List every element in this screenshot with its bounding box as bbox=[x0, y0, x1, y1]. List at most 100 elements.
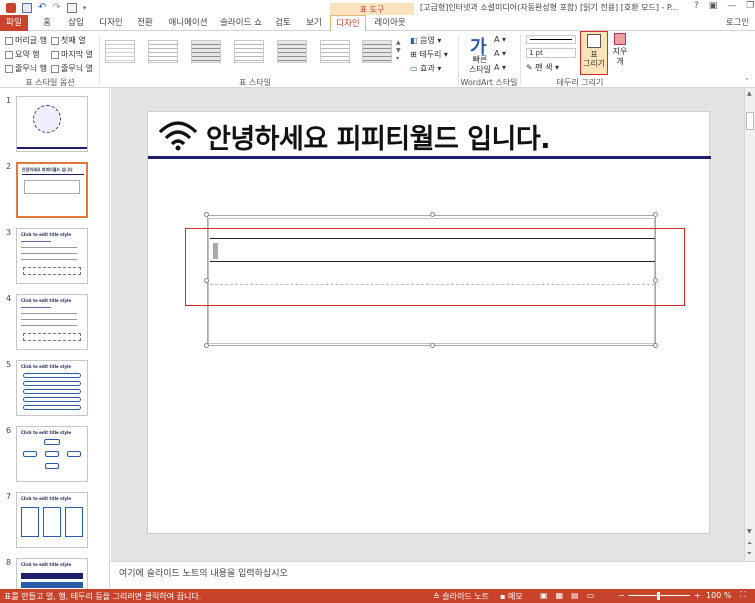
slide-thumbnail-7[interactable]: Click to edit title style bbox=[16, 492, 88, 548]
pen-style-select[interactable] bbox=[526, 35, 576, 44]
style-options-label: 표 스타일 옵션 bbox=[25, 78, 75, 87]
table-style-swatch[interactable] bbox=[362, 40, 392, 63]
slide-thumbnail-6[interactable]: Click to edit title style bbox=[16, 426, 88, 482]
scroll-down-icon: ▼ bbox=[747, 528, 752, 535]
slide-title[interactable]: 안녕하세요 피피티월드 입니다. bbox=[206, 117, 550, 156]
slideshow-icon[interactable] bbox=[66, 2, 77, 13]
pen-color-button[interactable]: ✎ 펜 색 ▾ bbox=[526, 62, 559, 73]
borders-button[interactable]: ⊞ 테두리 ▾ bbox=[410, 49, 448, 60]
vertical-scrollbar[interactable]: ▲ ▼ ⏶ ⏷ bbox=[744, 88, 755, 561]
resize-handle[interactable] bbox=[430, 212, 435, 217]
thumb-number: 7 bbox=[6, 492, 12, 501]
tab-review[interactable]: 검토 bbox=[271, 15, 295, 31]
ribbon-display-icon[interactable]: ▣ bbox=[709, 1, 718, 11]
reading-view-icon[interactable]: ▤ bbox=[571, 591, 579, 600]
effects-icon: ▭ bbox=[410, 64, 418, 73]
tab-home[interactable]: 홈 bbox=[37, 15, 57, 31]
save-icon[interactable] bbox=[22, 2, 32, 13]
table-styles-label: 표 스타일 bbox=[239, 78, 271, 87]
thumb-number: 5 bbox=[6, 360, 12, 369]
resize-handle[interactable] bbox=[204, 343, 209, 348]
resize-handle[interactable] bbox=[430, 343, 435, 348]
text-outline-icon[interactable]: A ▾ bbox=[494, 49, 506, 58]
sorter-view-icon[interactable]: ▦ bbox=[556, 591, 564, 600]
tab-file[interactable]: 파일 bbox=[0, 15, 28, 31]
redo-icon[interactable]: ↷ bbox=[52, 2, 60, 13]
customize-qat-icon[interactable]: ▾ bbox=[83, 4, 87, 12]
thumb-number: 3 bbox=[6, 228, 12, 237]
banded-rows-checkbox[interactable]: 줄무늬 행 bbox=[5, 63, 47, 74]
resize-handle[interactable] bbox=[653, 343, 658, 348]
thumb-number: 1 bbox=[6, 96, 12, 105]
tab-design[interactable]: 디자인 bbox=[96, 15, 126, 31]
notes-icon: ≙ bbox=[433, 592, 440, 601]
scroll-thumb[interactable] bbox=[746, 112, 754, 130]
ribbon-tabs: 파일 홈 삽입 디자인 전환 애니메이션 슬라이드 쇼 검토 보기 디자인 레이… bbox=[0, 15, 755, 31]
text-fill-icon[interactable]: A ▾ bbox=[494, 35, 506, 44]
slide-thumbnail-1[interactable] bbox=[16, 96, 88, 152]
draw-borders-label: 테두리 그리기 bbox=[556, 78, 604, 87]
thumb-table bbox=[24, 180, 80, 194]
table-style-swatch[interactable] bbox=[105, 40, 135, 63]
slide-thumbnail-3[interactable]: Click to edit title style bbox=[16, 228, 88, 284]
notes-placeholder: 여기에 슬라이드 노트의 내용을 입력하십시오 bbox=[119, 569, 288, 579]
slide-thumbnail-2[interactable]: 안녕하세요 피피티월드 입니다 bbox=[16, 162, 88, 218]
text-effects-icon[interactable]: A ▾ bbox=[494, 63, 506, 72]
comments-button[interactable]: ▪ 메모 bbox=[500, 591, 523, 602]
table-style-swatch[interactable] bbox=[234, 40, 264, 63]
normal-view-icon[interactable]: ▣ bbox=[540, 591, 548, 600]
draw-table-button[interactable]: 표 그리기 bbox=[580, 31, 608, 75]
zoom-level[interactable]: 100 % bbox=[706, 591, 731, 600]
prev-slide-icon: ⏶ bbox=[747, 540, 752, 547]
notes-pane[interactable]: 여기에 슬라이드 노트의 내용을 입력하십시오 bbox=[111, 561, 755, 589]
resize-handle[interactable] bbox=[204, 212, 209, 217]
table-style-swatch[interactable] bbox=[148, 40, 178, 63]
tab-insert[interactable]: 삽입 bbox=[63, 15, 89, 31]
tab-animations[interactable]: 애니메이션 bbox=[165, 15, 211, 31]
undo-icon[interactable]: ↶ bbox=[38, 2, 46, 13]
wifi-icon bbox=[158, 121, 198, 151]
collapse-ribbon-icon[interactable]: ⌃ bbox=[744, 77, 750, 85]
slide-thumbnail-4[interactable]: Click to edit title style bbox=[16, 294, 88, 350]
table-style-swatch[interactable] bbox=[320, 40, 350, 63]
tab-view[interactable]: 보기 bbox=[302, 15, 326, 31]
thumb-number: 2 bbox=[6, 162, 12, 171]
zoom-in-icon[interactable]: + bbox=[694, 591, 701, 600]
zoom-out-icon[interactable]: − bbox=[618, 591, 625, 600]
restore-icon[interactable]: ❐ bbox=[746, 1, 754, 11]
table-style-swatch[interactable] bbox=[191, 40, 221, 63]
eraser-button[interactable]: 지우개 bbox=[610, 33, 630, 67]
wordart-label: WordArt 스타일 bbox=[460, 78, 518, 87]
table-style-swatch[interactable] bbox=[277, 40, 307, 63]
slide-thumbnail-5[interactable]: Click to edit title style bbox=[16, 360, 88, 416]
effects-button[interactable]: ▭ 효과 ▾ bbox=[410, 63, 441, 74]
slideshow-view-icon[interactable]: ▭ bbox=[587, 591, 595, 600]
tab-slideshow[interactable]: 슬라이드 쇼 bbox=[218, 15, 264, 31]
draw-table-icon bbox=[587, 34, 601, 48]
slide-canvas[interactable]: 안녕하세요 피피티월드 입니다. bbox=[147, 111, 711, 534]
zoom-slider-thumb[interactable] bbox=[657, 592, 660, 600]
thumb-number: 4 bbox=[6, 294, 12, 303]
resize-handle[interactable] bbox=[653, 212, 658, 217]
tab-table-design[interactable]: 디자인 bbox=[330, 15, 366, 31]
slide-thumbnail-8[interactable]: Click to edit title style bbox=[16, 558, 88, 589]
header-row-checkbox[interactable]: 머리글 행 bbox=[5, 35, 47, 46]
quick-access-toolbar: ↶ ↷ ▾ bbox=[6, 2, 86, 13]
help-icon[interactable]: ? bbox=[694, 1, 699, 11]
scroll-up-icon: ▲ bbox=[747, 90, 752, 97]
fit-to-window-icon[interactable]: ⛶ bbox=[740, 590, 746, 600]
next-slide-icon: ⏷ bbox=[747, 550, 752, 557]
first-column-checkbox[interactable]: 첫째 열 bbox=[51, 35, 86, 46]
quick-styles-button[interactable]: 빠른 스타일 bbox=[466, 55, 494, 75]
minimize-icon[interactable]: — bbox=[727, 1, 736, 11]
tab-table-layout[interactable]: 레이아웃 bbox=[370, 15, 410, 31]
shading-button[interactable]: ◧ 음영 ▾ bbox=[410, 35, 441, 46]
last-column-checkbox[interactable]: 마지막 열 bbox=[51, 49, 93, 60]
signin-link[interactable]: 로그인 bbox=[720, 15, 755, 31]
tab-transitions[interactable]: 전환 bbox=[132, 15, 158, 31]
pen-weight-select[interactable]: 1 pt bbox=[526, 48, 576, 58]
banded-columns-checkbox[interactable]: 줄무늬 열 bbox=[51, 63, 93, 74]
gallery-scroll[interactable]: ▲ ▼ ▾ bbox=[396, 39, 404, 65]
total-row-checkbox[interactable]: 요약 행 bbox=[5, 49, 40, 60]
notes-toggle-button[interactable]: ≙ 슬라이드 노트 bbox=[433, 591, 489, 602]
